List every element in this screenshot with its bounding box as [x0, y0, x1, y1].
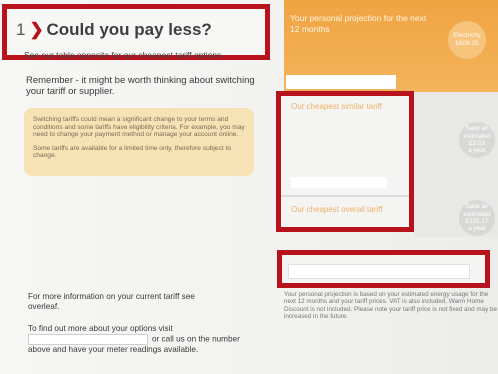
overall-save-period: a year [468, 225, 486, 233]
note-paragraph-2: Some tariffs are available for a limited… [33, 144, 232, 160]
heading-highlight-box: 1 ❯ Could you pay less? See our table oppo… [2, 4, 270, 60]
find-out-text: To find out more about your options visi… [28, 324, 278, 355]
electricity-badge: Electricity £808.25 [448, 21, 486, 59]
similar-tariff-label: Our cheapest similar tariff [291, 102, 382, 111]
section-heading: 1 ❯ Could you pay less? [16, 20, 212, 40]
electricity-badge-label: Electricity [453, 32, 481, 39]
overall-tariff-label: Our cheapest overall tariff [291, 205, 383, 214]
tariff-highlight-box: Our cheapest similar tariff Our cheapest… [276, 91, 414, 232]
projection-footnote: Your personal projection is based on you… [284, 291, 498, 321]
eligibility-note-card: Switching tariffs could mean a significa… [24, 108, 254, 176]
note-paragraph-1: Switching tariffs could mean a significa… [33, 116, 245, 139]
projection-panel: Your personal projection for the next 12… [284, 0, 498, 92]
remember-text: Remember - it might be worth thinking ab… [26, 75, 255, 97]
overall-savings-badge: Save an estimated £131.17 a year [459, 200, 495, 236]
projection-redacted-field [286, 75, 396, 89]
overall-save-line-2: estimated [463, 210, 491, 218]
overall-save-line-1: Save an [465, 203, 489, 211]
projection-field-highlight-box [277, 250, 490, 288]
similar-tariff-redacted-field [291, 177, 387, 188]
similar-save-value: £2.03 [469, 140, 485, 147]
find-out-line-3: above and have your meter readings avail… [28, 345, 199, 354]
overall-save-value: £131.17 [465, 218, 489, 225]
similar-save-period: a year [468, 147, 486, 155]
find-out-line-1: To find out more about your options visi… [28, 324, 173, 333]
similar-save-line-1: Save an [465, 125, 489, 133]
heading-text: Could you pay less? [46, 20, 212, 39]
similar-savings-badge: Save an estimated £2.03 a year [459, 122, 495, 158]
electricity-badge-value: £808.25 [455, 40, 479, 47]
more-info-text: For more information on your current tar… [28, 292, 195, 311]
heading-subtitle: See our table opposite for our cheapest … [24, 50, 224, 60]
projection-title: Your personal projection for the next 12… [290, 13, 427, 34]
find-out-line-2: or call us on the number [152, 334, 240, 344]
tariff-divider [281, 195, 409, 197]
section-number: 1 [16, 20, 26, 39]
projection-note-redacted-field [288, 264, 470, 279]
website-redacted-field [28, 334, 148, 345]
letter-page: 1 ❯ Could you pay less? See our table oppo… [0, 0, 498, 374]
chevron-right-icon: ❯ [29, 20, 44, 39]
similar-save-line-2: estimated [463, 132, 491, 140]
